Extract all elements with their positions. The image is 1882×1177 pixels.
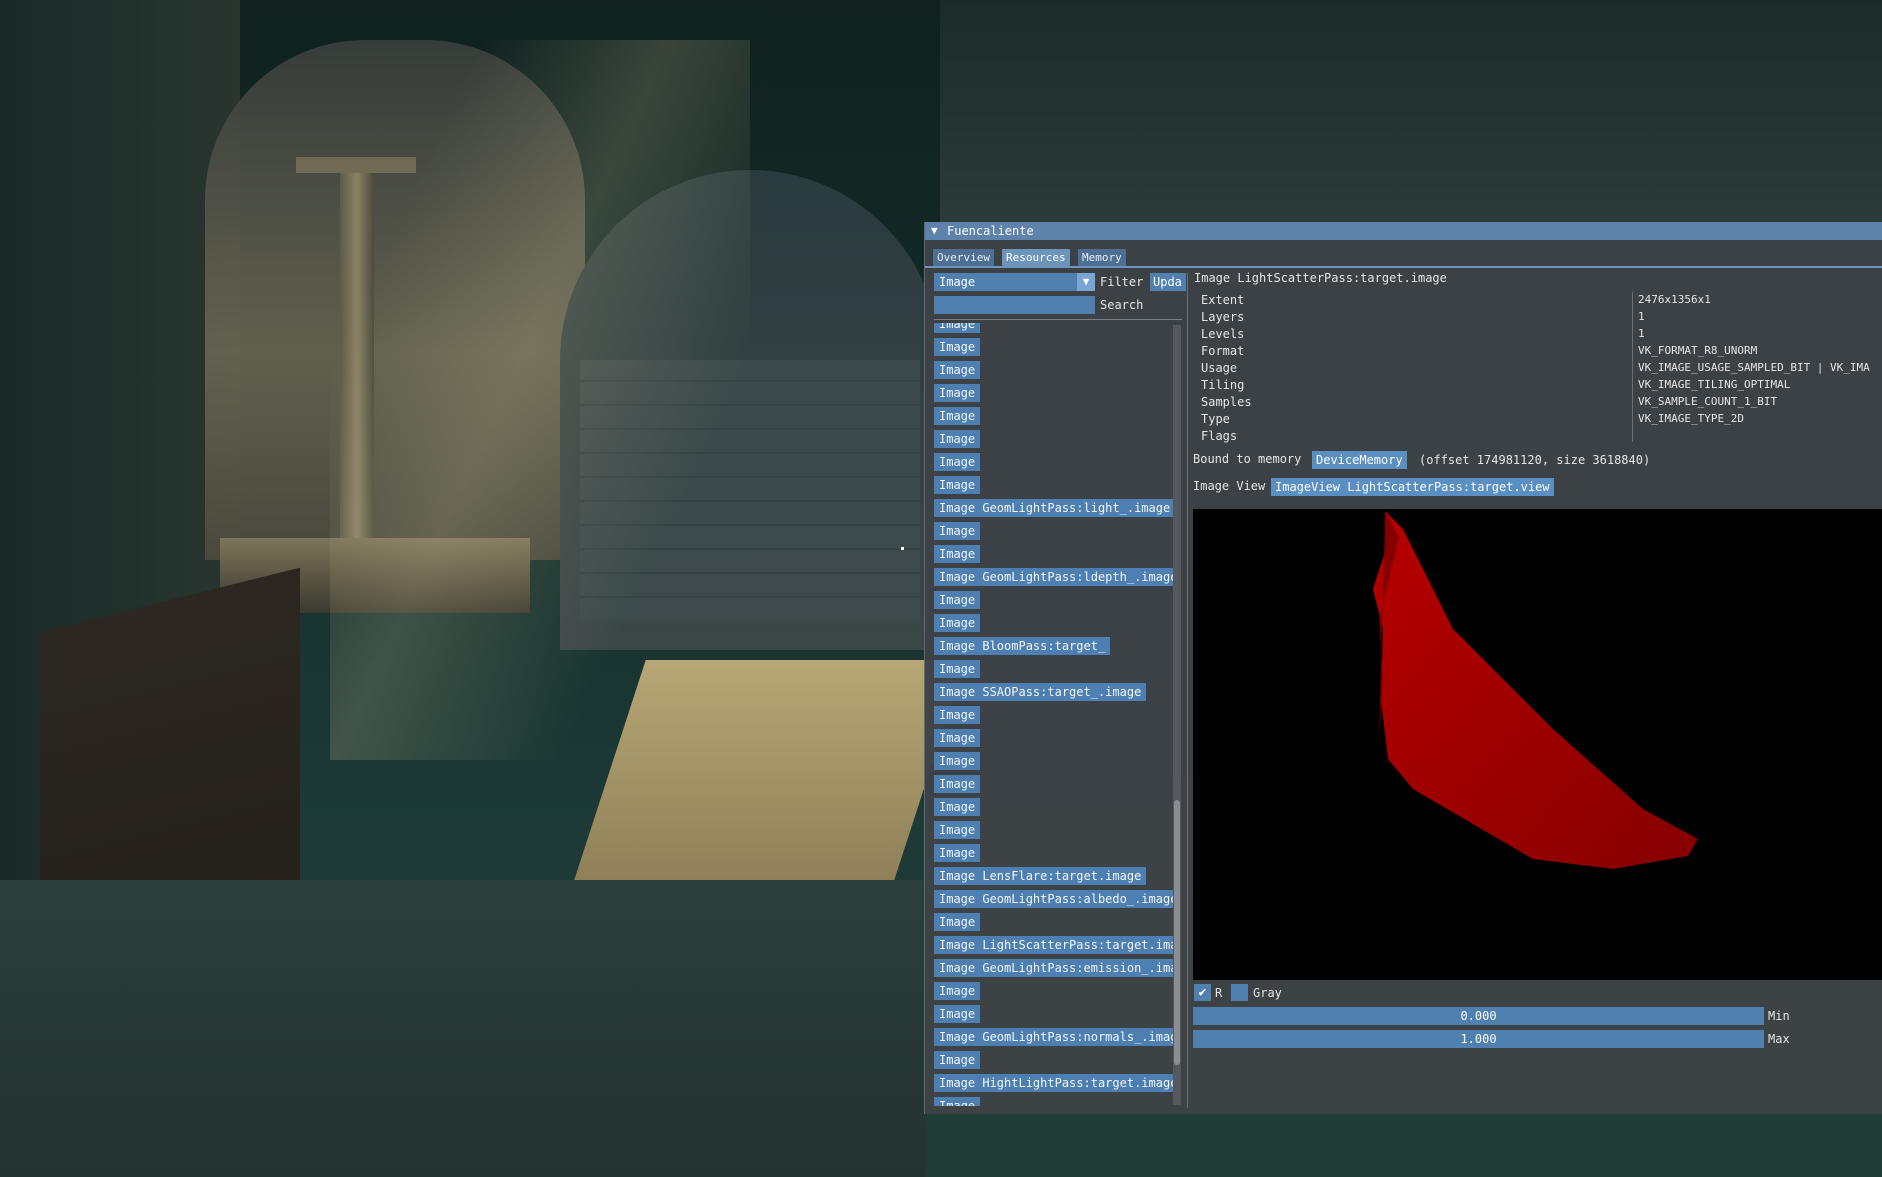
resource-list-item[interactable]: Image xyxy=(934,913,981,931)
property-name: Tiling xyxy=(1201,378,1245,392)
resource-list-item[interactable]: Image xyxy=(934,407,981,425)
channel-r-label: R xyxy=(1215,986,1223,1000)
resource-list-item[interactable]: Image xyxy=(934,522,981,540)
resource-list-item[interactable]: Image SSAOPass:target_.image xyxy=(934,683,1147,701)
resource-type-value: Image xyxy=(939,275,976,289)
resource-list-item[interactable]: Image xyxy=(934,338,981,356)
tab-memory[interactable]: Memory xyxy=(1078,249,1126,266)
resource-list-item[interactable]: Image xyxy=(934,775,981,793)
resource-list-item[interactable]: Image GeomLightPass:normals_.imag xyxy=(934,1028,1177,1046)
image-view-label: Image View xyxy=(1193,479,1266,493)
resource-list-item[interactable]: Image xyxy=(934,361,981,379)
fuencaliente-window: ▼ Fuencaliente Overview Resources Memory… xyxy=(925,222,1882,1114)
triangle-down-icon[interactable]: ▼ xyxy=(931,222,938,240)
property-name: Layers xyxy=(1201,310,1245,324)
property-name: Levels xyxy=(1201,327,1245,341)
tab-resources[interactable]: Resources xyxy=(1002,249,1070,266)
property-value: VK_IMAGE_USAGE_SAMPLED_BIT | VK_IMA xyxy=(1638,361,1870,374)
property-value: VK_IMAGE_TYPE_2D xyxy=(1638,412,1744,425)
min-label: Min xyxy=(1768,1009,1790,1023)
light-shaft xyxy=(330,40,750,760)
resource-list-item[interactable]: Image xyxy=(934,660,981,678)
property-value: VK_FORMAT_R8_UNORM xyxy=(1638,344,1758,357)
property-name: Usage xyxy=(1201,361,1238,375)
vault xyxy=(940,0,1882,222)
resource-list-item[interactable]: Image LightScatterPass:target.ima xyxy=(934,936,1177,954)
image-preview[interactable] xyxy=(1193,509,1882,980)
panel-separator[interactable] xyxy=(1187,273,1188,1108)
resource-type-combo[interactable]: Image ▼ xyxy=(934,273,1095,291)
resource-list-item[interactable]: Image GeomLightPass:ldepth_.image xyxy=(934,568,1177,586)
resource-list-item[interactable]: Image xyxy=(934,752,981,770)
property-name: Type xyxy=(1201,412,1230,426)
resource-list-item[interactable]: Image GeomLightPass:emission_.ima xyxy=(934,959,1177,977)
resource-list-item[interactable]: Image xyxy=(934,844,981,862)
device-memory-button[interactable]: DeviceMemory xyxy=(1312,451,1407,469)
max-label: Max xyxy=(1768,1032,1790,1046)
resource-list-item[interactable]: Image xyxy=(934,384,981,402)
resource-list-item[interactable]: Image xyxy=(934,1005,981,1023)
property-name: Extent xyxy=(1201,293,1245,307)
image-view-button[interactable]: ImageView LightScatterPass:target.view xyxy=(1271,478,1554,496)
checkmark-icon: ✔ xyxy=(1198,985,1207,1000)
property-value: 2476x1356x1 xyxy=(1638,293,1711,306)
gray-label: Gray xyxy=(1253,986,1282,1000)
resource-list-item[interactable]: Image xyxy=(934,453,981,471)
details-heading: Image LightScatterPass:target.image xyxy=(1194,271,1447,285)
search-label: Search xyxy=(1100,298,1144,312)
property-value: VK_IMAGE_TILING_OPTIMAL xyxy=(1638,378,1791,391)
resource-list-item[interactable]: Image xyxy=(934,821,981,839)
property-value: 1 xyxy=(1638,310,1645,323)
property-value: 1 xyxy=(1638,327,1645,340)
resource-list-item[interactable]: Image xyxy=(934,706,981,724)
gray-checkbox[interactable] xyxy=(1231,984,1248,1001)
filter-separator xyxy=(934,319,1182,320)
resource-list-item[interactable]: Image xyxy=(934,614,981,632)
resource-list-item[interactable]: Image xyxy=(934,982,981,1000)
mouse-cursor xyxy=(901,547,904,550)
max-slider[interactable]: 1.000 xyxy=(1193,1030,1764,1048)
property-name: Format xyxy=(1201,344,1245,358)
resource-list: Image Image Image Image Image Image Image Image… xyxy=(934,323,1177,1106)
window-titlebar[interactable]: ▼ Fuencaliente xyxy=(925,222,1882,240)
resource-list-item[interactable]: Image xyxy=(934,1097,981,1106)
min-slider[interactable]: 0.000 xyxy=(1193,1007,1764,1025)
resource-list-item[interactable]: Image BloomPass:target_ xyxy=(934,637,1111,655)
preview-image xyxy=(1373,511,1698,869)
update-button[interactable]: Upda xyxy=(1150,273,1186,291)
resource-list-item[interactable]: Image xyxy=(934,476,981,494)
window-title: Fuencaliente xyxy=(947,224,1034,238)
light-scatter-shape xyxy=(1373,511,1698,869)
resource-list-item[interactable]: Image HightLightPass:target.image xyxy=(934,1074,1177,1092)
tab-underline xyxy=(925,266,1882,268)
resource-list-item[interactable]: Image GeomLightPass:albedo_.image xyxy=(934,890,1177,908)
resource-list-item[interactable]: Image xyxy=(934,798,981,816)
resource-list-item[interactable]: Image xyxy=(934,1051,981,1069)
scrollbar-thumb[interactable] xyxy=(1174,800,1180,1065)
property-column-separator xyxy=(1632,292,1633,442)
resource-list-item[interactable]: Image xyxy=(934,430,981,448)
resource-list-item[interactable]: Image xyxy=(934,545,981,563)
resource-list-item[interactable]: Image GeomLightPass:light_.image xyxy=(934,499,1176,517)
resource-list-item[interactable]: Image LensFlare:target.image xyxy=(934,867,1147,885)
resource-list-item[interactable]: Image xyxy=(934,591,981,609)
filter-label: Filter xyxy=(1100,275,1144,289)
tab-overview[interactable]: Overview xyxy=(933,249,994,266)
bound-to-memory-label: Bound to memory xyxy=(1193,452,1302,466)
search-input[interactable] xyxy=(934,296,1095,314)
floor xyxy=(0,880,925,1177)
property-name: Flags xyxy=(1201,429,1238,443)
property-value: VK_SAMPLE_COUNT_1_BIT xyxy=(1638,395,1778,408)
resource-list-item[interactable]: Image xyxy=(934,729,981,747)
chevron-down-icon[interactable]: ▼ xyxy=(1077,273,1095,291)
property-name: Samples xyxy=(1201,395,1252,409)
memory-info: (offset 174981120, size 3618840) xyxy=(1419,453,1651,467)
resource-list-item[interactable]: Image xyxy=(934,323,981,333)
channel-r-checkbox[interactable]: ✔ xyxy=(1194,984,1211,1001)
